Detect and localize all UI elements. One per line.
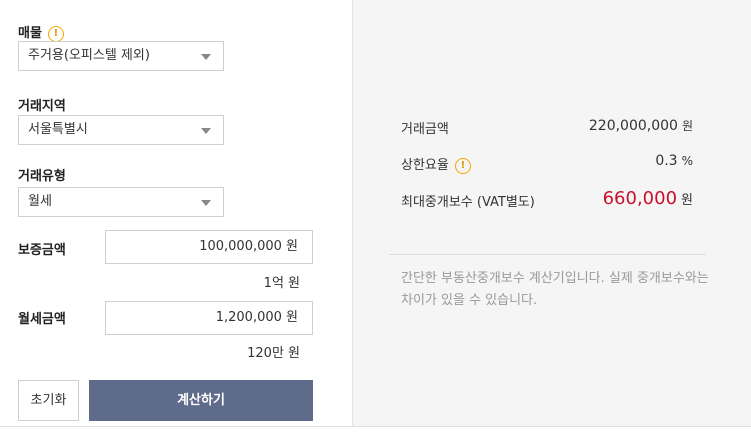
property-select[interactable]: 주거용(오피스텔 제외) (18, 41, 224, 71)
calculate-button[interactable]: 계산하기 (89, 380, 313, 421)
deposit-hint: 1억 원 (263, 276, 300, 291)
deposit-input[interactable]: 100,000,000 원 (105, 230, 313, 264)
monthly-label: 월세금액 (18, 312, 66, 327)
chevron-down-icon (201, 54, 211, 60)
fee-value: 660,000 원 (603, 188, 693, 209)
reset-button[interactable]: 초기화 (18, 380, 79, 421)
rate-label: 상한요율! (401, 154, 471, 174)
trade-type-label: 거래유형 (18, 169, 66, 184)
rate-value: 0.3% (655, 153, 693, 169)
trade-amount-unit: 원 (681, 119, 693, 133)
region-label: 거래지역 (18, 99, 66, 114)
chevron-down-icon (201, 200, 211, 206)
fee-number: 660,000 (602, 188, 678, 209)
fee-unit: 원 (681, 193, 693, 208)
monthly-hint: 120만 원 (247, 346, 300, 361)
trade-type-select-value: 월세 (28, 194, 52, 209)
rate-unit: % (681, 154, 693, 168)
trade-amount-label: 거래금액 (401, 122, 449, 137)
monthly-input[interactable]: 1,200,000 원 (105, 301, 313, 335)
info-icon[interactable]: ! (47, 25, 64, 42)
rate-number: 0.3 (655, 153, 678, 169)
trade-amount-value: 220,000,000 원 (589, 117, 693, 134)
calculator-form: 매물! 주거용(오피스텔 제외) 거래지역 서울특별시 거래유형 월세 보증금액… (0, 0, 352, 435)
region-select[interactable]: 서울특별시 (18, 115, 224, 145)
deposit-label: 보증금액 (18, 243, 66, 258)
bottom-divider (0, 426, 751, 427)
info-icon[interactable]: ! (454, 157, 471, 174)
property-select-value: 주거용(오피스텔 제외) (28, 48, 150, 63)
fee-label: 최대중개보수 (VAT별도) (401, 195, 535, 210)
rate-label-text: 상한요율 (401, 158, 449, 173)
result-divider (389, 254, 706, 255)
chevron-down-icon (201, 128, 211, 134)
region-select-value: 서울특별시 (28, 122, 88, 137)
trade-type-select[interactable]: 월세 (18, 187, 224, 217)
result-panel: 거래금액 220,000,000 원 상한요율! 0.3% 최대중개보수 (VAT… (352, 0, 751, 426)
disclaimer-note: 간단한 부동산중개보수 계산기입니다. 실제 중개보수와는 차이가 있을 수 있… (401, 271, 709, 308)
trade-amount-number: 220,000,000 (588, 118, 678, 134)
property-label-text: 매물 (18, 26, 42, 41)
property-label: 매물! (18, 22, 64, 42)
